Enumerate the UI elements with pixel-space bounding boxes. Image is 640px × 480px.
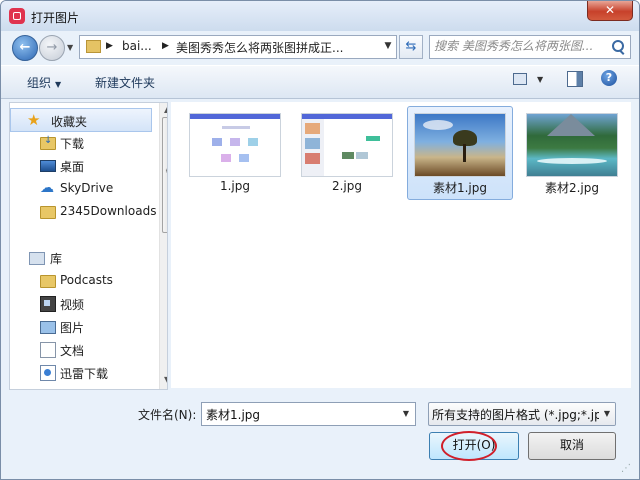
new-folder-button[interactable]: 新建文件夹	[95, 74, 155, 91]
video-icon	[40, 296, 56, 312]
nav-item-2345downloads[interactable]: 2345Downloads	[10, 200, 156, 222]
view-options-dropdown[interactable]: ▼	[537, 75, 543, 84]
app-icon	[9, 8, 25, 24]
library-icon	[29, 252, 45, 265]
scroll-up-icon[interactable]: ▲	[164, 105, 167, 114]
nav-libraries-label: 库	[50, 252, 63, 266]
chevron-down-icon: ▼	[55, 80, 62, 89]
file-tile-1[interactable]: 1.jpg	[182, 106, 288, 200]
filename-combobox[interactable]: ▼	[201, 402, 416, 426]
organize-button[interactable]: 组织 ▼	[27, 74, 61, 91]
nav-item-skydrive[interactable]: ☁ SkyDrive	[10, 177, 150, 199]
downloads-folder-icon	[40, 135, 56, 150]
back-button[interactable]: ←	[12, 35, 38, 61]
change-view-icon[interactable]	[513, 73, 527, 85]
address-dropdown-icon[interactable]: ▼	[380, 36, 396, 58]
scrollbar-thumb[interactable]	[162, 117, 167, 233]
cloud-icon: ☁	[40, 180, 54, 196]
document-icon	[40, 342, 56, 358]
back-arrow-icon: ←	[19, 40, 31, 55]
nav-item-documents[interactable]: 文档	[10, 338, 150, 360]
filename-label: 文件名(N):	[138, 408, 197, 422]
folder-icon	[40, 206, 56, 219]
nav-item-label: 下载	[60, 137, 85, 151]
file-list: 1.jpg 2.jpg 素材1.jpg 素材2.jpg	[171, 102, 631, 388]
pictures-icon	[40, 321, 56, 334]
search-box[interactable]	[429, 35, 631, 59]
nav-item-downloads[interactable]: 下载	[10, 131, 150, 153]
thunder-download-icon	[40, 365, 56, 381]
refresh-button[interactable]: ⇆	[399, 35, 423, 59]
file-tile-2[interactable]: 2.jpg	[294, 106, 400, 200]
folder-icon	[86, 40, 101, 53]
desktop-icon	[40, 160, 56, 172]
search-icon	[612, 40, 624, 52]
chevron-down-icon[interactable]: ▼	[399, 403, 413, 425]
nav-item-label: 迅雷下载	[60, 367, 109, 381]
file-tile-3[interactable]: 素材1.jpg	[407, 106, 513, 200]
nav-favorites-label: 收藏夹	[51, 115, 88, 129]
nav-item-pictures[interactable]: 图片	[10, 315, 150, 337]
resize-grip-icon[interactable]: ⋰	[621, 463, 631, 474]
forward-button[interactable]: →	[39, 35, 65, 61]
star-icon: ★	[27, 111, 41, 129]
cancel-button[interactable]: 取消	[528, 432, 616, 460]
nav-item-label: Podcasts	[60, 273, 113, 287]
filetype-select[interactable]: 所有支持的图片格式 (*.jpg;*.jp ▼	[428, 402, 616, 426]
breadcrumb-separator-icon: ▶	[162, 41, 169, 51]
nav-libraries[interactable]: 库	[10, 246, 150, 268]
grip-icon: ≡	[165, 167, 167, 175]
nav-item-label: 桌面	[60, 160, 85, 174]
breadcrumb-segment-1[interactable]: bai...	[122, 39, 152, 53]
image-thumbnail	[189, 113, 281, 177]
chevron-down-icon[interactable]: ▼	[599, 403, 615, 425]
forward-arrow-icon: →	[46, 40, 58, 55]
open-image-dialog: 打开图片 ✕ ← → ▼ ▶ bai... ▶ 美图秀秀怎么将两张图拼成正...…	[0, 0, 640, 480]
image-thumbnail	[301, 113, 393, 177]
nav-item-label: 文档	[60, 344, 85, 358]
folder-icon	[40, 275, 56, 288]
image-thumbnail	[526, 113, 618, 177]
refresh-icon: ⇆	[405, 39, 417, 54]
nav-item-podcasts[interactable]: Podcasts	[10, 269, 150, 291]
nav-scrollbar[interactable]: ▲ ≡ ▼	[159, 103, 167, 389]
filetype-value: 所有支持的图片格式 (*.jpg;*.jp	[432, 408, 602, 422]
breadcrumb-segment-2[interactable]: 美图秀秀怎么将两张图拼成正...	[176, 39, 343, 56]
file-name: 1.jpg	[219, 179, 251, 193]
organize-label: 组织	[27, 76, 52, 90]
window-title: 打开图片	[31, 11, 80, 25]
scroll-down-icon[interactable]: ▼	[164, 375, 167, 384]
title-bar[interactable]: 打开图片 ✕	[1, 1, 639, 31]
nav-favorites[interactable]: ★ 收藏夹	[10, 108, 152, 132]
file-name: 素材1.jpg	[432, 181, 488, 195]
nav-item-label: SkyDrive	[60, 181, 114, 195]
nav-item-videos[interactable]: 视频	[10, 292, 150, 314]
help-button[interactable]: ?	[601, 70, 617, 86]
nav-item-thunder-downloads[interactable]: 迅雷下载	[10, 361, 150, 383]
nav-item-label: 视频	[60, 298, 85, 312]
close-button[interactable]: ✕	[587, 1, 633, 21]
recent-locations-dropdown[interactable]: ▼	[67, 43, 73, 52]
file-name: 2.jpg	[331, 179, 363, 193]
image-thumbnail	[414, 113, 506, 177]
address-bar[interactable]: ▶ bai... ▶ 美图秀秀怎么将两张图拼成正... ▼	[79, 35, 397, 59]
search-input[interactable]	[434, 38, 604, 54]
navigation-pane: ★ 收藏夹 下载 桌面 ☁ SkyDrive 2345Downloads 库 P…	[9, 102, 168, 390]
open-button[interactable]: 打开(O)	[429, 432, 519, 460]
preview-pane-icon[interactable]	[567, 71, 583, 87]
filename-input[interactable]	[206, 406, 392, 422]
command-toolbar: 组织 ▼ 新建文件夹	[1, 65, 639, 99]
file-name: 素材2.jpg	[544, 181, 600, 195]
file-tile-4[interactable]: 素材2.jpg	[519, 106, 625, 200]
nav-item-desktop[interactable]: 桌面	[10, 154, 150, 176]
nav-item-label: 2345Downloads	[60, 204, 157, 218]
nav-item-label: 图片	[60, 321, 85, 335]
breadcrumb-separator-icon: ▶	[106, 41, 113, 51]
